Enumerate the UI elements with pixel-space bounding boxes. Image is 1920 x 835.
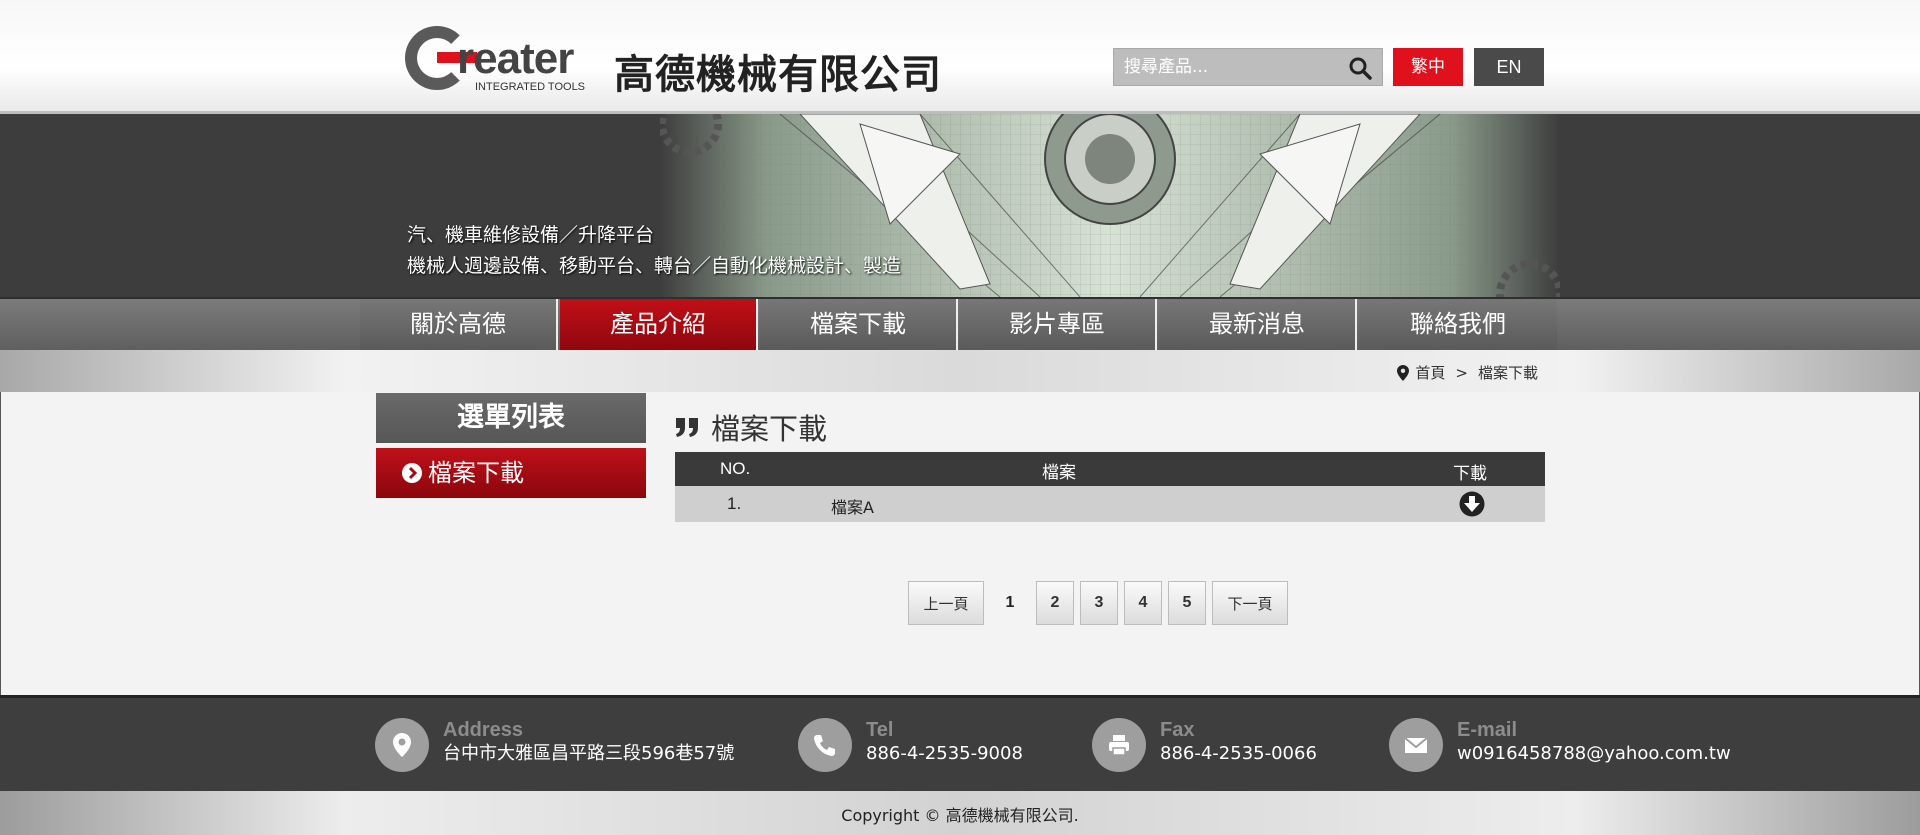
nav-videos[interactable]: 影片專區 (959, 299, 1157, 350)
address-label: Address (443, 719, 524, 741)
map-pin-icon (375, 718, 429, 772)
column-header-download: 下載 (1453, 464, 1487, 484)
prev-page-button[interactable]: 上一頁 (908, 581, 984, 625)
column-header-no: NO. (720, 459, 751, 478)
lang-en-button[interactable]: EN (1474, 48, 1544, 86)
banner-line-1: 汽、機車維修設備／升降平台 (407, 224, 655, 246)
footer-tel: Tel 886-4-2535-9008 (798, 718, 1023, 772)
copyright-bar: Copyright © 高德機械有限公司. (0, 791, 1920, 835)
fax-label: Fax (1160, 719, 1195, 741)
chevron-right-circle-icon (402, 463, 422, 483)
current-page: 1 (1005, 594, 1015, 611)
page-4-button[interactable]: 4 (1124, 581, 1162, 625)
search-box (1113, 48, 1383, 86)
banner-tagline: 汽、機車維修設備／升降平台 機械人週邊設備、移動平台、轉台／自動化機械設計、製造 (407, 220, 901, 282)
download-icon[interactable] (1459, 491, 1485, 517)
download-table: NO. 檔案 下載 1. 檔案A (675, 452, 1545, 522)
sidebar-item-label: 檔案下載 (428, 459, 524, 487)
table-header: NO. 檔案 下載 (675, 452, 1545, 486)
address-value: 台中市大雅區昌平路三段596巷57號 (443, 743, 735, 764)
fax-value: 886-4-2535-0066 (1160, 743, 1317, 764)
page-3-button[interactable]: 3 (1080, 581, 1118, 625)
lang-zh-button[interactable]: 繁中 (1393, 48, 1463, 86)
quote-icon (676, 418, 698, 437)
page-5-button[interactable]: 5 (1168, 581, 1206, 625)
nav-contact[interactable]: 聯絡我們 (1359, 299, 1557, 350)
pagination: 上一頁 1 2 3 4 5 下一頁 (908, 580, 1294, 626)
email-label: E-mail (1457, 719, 1518, 741)
search-icon[interactable] (1348, 56, 1372, 80)
phone-icon (798, 718, 852, 772)
breadcrumb: 首頁 > 檔案下載 (1397, 362, 1538, 383)
nav-downloads[interactable]: 檔案下載 (760, 299, 958, 350)
hero-banner: 汽、機車維修設備／升降平台 機械人週邊設備、移動平台、轉台／自動化機械設計、製造 (0, 114, 1920, 297)
sidebar-title: 選單列表 (376, 393, 646, 443)
row-number: 1. (727, 494, 742, 513)
table-row: 1. 檔案A (675, 486, 1545, 522)
nav-news[interactable]: 最新消息 (1159, 299, 1357, 350)
logo-subtitle: INTEGRATED TOOLS (475, 81, 586, 93)
page-2-button[interactable]: 2 (1036, 581, 1074, 625)
row-file-name[interactable]: 檔案A (831, 494, 874, 518)
page-title: 檔案下載 (675, 406, 827, 448)
banner-line-2: 機械人週邊設備、移動平台、轉台／自動化機械設計、製造 (407, 255, 902, 277)
logo-word: reater (457, 34, 574, 83)
site-header: reater INTEGRATED TOOLS 高德機械有限公司 繁中 EN (0, 0, 1920, 114)
company-name: 高德機械有限公司 (614, 51, 942, 98)
copyright-text: Copyright © 高德機械有限公司. (841, 806, 1079, 825)
envelope-icon (1389, 718, 1443, 772)
site-footer: Address 台中市大雅區昌平路三段596巷57號 Tel 886-4-253… (0, 695, 1920, 791)
nav-about[interactable]: 關於高德 (360, 299, 558, 350)
location-pin-icon (1397, 364, 1410, 381)
main-content: 選單列表 檔案下載 檔案下載 NO. 檔案 下載 1. 檔案A 上一頁 1 2 … (0, 392, 1920, 695)
tel-label: Tel (866, 719, 894, 741)
breadcrumb-strip: 首頁 > 檔案下載 (0, 350, 1920, 392)
breadcrumb-separator: > (1455, 363, 1468, 382)
search-input[interactable] (1114, 49, 1342, 85)
nav-products[interactable]: 產品介紹 (560, 299, 758, 350)
main-nav: 關於高德 產品介紹 檔案下載 影片專區 最新消息 聯絡我們 (0, 297, 1920, 350)
column-header-file: 檔案 (1042, 463, 1076, 483)
email-value[interactable]: w0916458788@yahoo.com.tw (1457, 742, 1731, 766)
sidebar-item-downloads[interactable]: 檔案下載 (376, 448, 646, 498)
footer-email: E-mail w0916458788@yahoo.com.tw (1389, 718, 1731, 772)
footer-fax: Fax 886-4-2535-0066 (1092, 718, 1317, 772)
printer-icon (1092, 718, 1146, 772)
breadcrumb-current: 檔案下載 (1477, 364, 1538, 382)
footer-address: Address 台中市大雅區昌平路三段596巷57號 (375, 718, 734, 772)
page-title-text: 檔案下載 (711, 412, 828, 446)
breadcrumb-home[interactable]: 首頁 (1415, 362, 1445, 383)
next-page-button[interactable]: 下一頁 (1212, 581, 1288, 625)
site-logo[interactable]: reater INTEGRATED TOOLS (405, 24, 605, 94)
tel-value[interactable]: 886-4-2535-9008 (866, 742, 1023, 766)
